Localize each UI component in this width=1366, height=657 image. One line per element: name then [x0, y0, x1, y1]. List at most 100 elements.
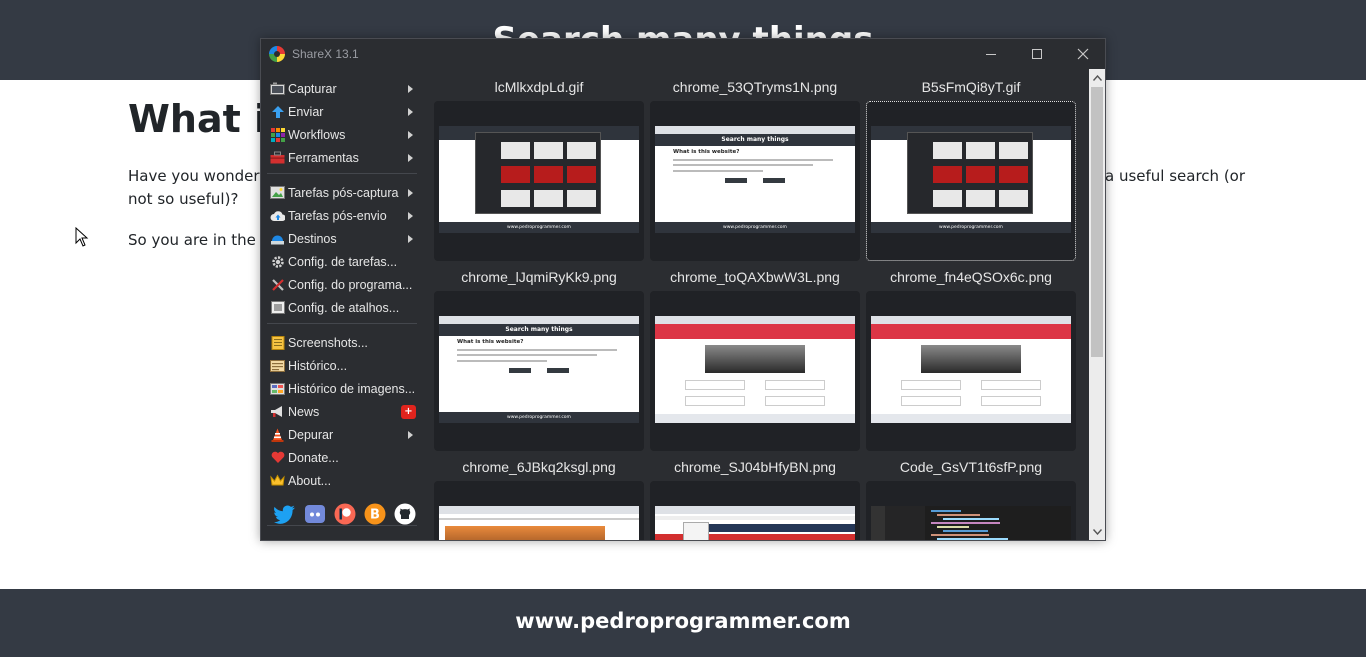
submenu-arrow-icon	[408, 130, 413, 139]
menu-item-news[interactable]: News +	[261, 400, 423, 423]
thumbnail-filename[interactable]: Code_GsVT1t6sfP.png	[865, 459, 1077, 475]
menu-item-label: Workflows	[288, 127, 346, 142]
thumbnail-card[interactable]: www.pedroprogrammer.com	[866, 101, 1076, 261]
menu-item-destinos[interactable]: Destinos	[261, 227, 423, 250]
screenshot-preview: www.pedroprogrammer.com	[871, 126, 1071, 233]
sharex-window[interactable]: ShareX 13.1 Capturar Enviar Workflows Ferra…	[260, 38, 1106, 541]
menu-item-label: Capturar	[288, 81, 337, 96]
megaphone-icon	[270, 405, 285, 419]
title-bar[interactable]: ShareX 13.1	[261, 39, 1105, 69]
menu-item-about[interactable]: About...	[261, 469, 423, 492]
vertical-scrollbar[interactable]	[1089, 69, 1105, 540]
screenshot-preview: www.pedroprogrammer.com	[439, 126, 639, 233]
menu-item-label: Config. de atalhos...	[288, 300, 400, 315]
thumbnail-card[interactable]: Search many things What is this website? w…	[650, 101, 860, 261]
menu-item-hist-rico[interactable]: Histórico...	[261, 354, 423, 377]
patreon-icon[interactable]	[333, 502, 357, 526]
crown-icon	[270, 474, 285, 488]
twitter-icon[interactable]	[273, 502, 297, 526]
discord-icon[interactable]	[303, 502, 327, 526]
menu-item-label: News	[288, 404, 320, 419]
menu-item-label: Histórico...	[288, 358, 348, 373]
thumbnail-card[interactable]	[434, 481, 644, 540]
thumbnail-card[interactable]	[650, 481, 860, 540]
upload-arrow-icon	[270, 105, 285, 119]
toolbox-icon	[270, 151, 285, 165]
thumbnail-grid: lcMlkxdpLd.gif www.pedroprogrammer.com chr…	[423, 69, 1089, 540]
menu-item-label: Tarefas pós-envio	[288, 208, 387, 223]
destinations-icon	[270, 232, 285, 246]
thumbnail-filename[interactable]: lcMlkxdpLd.gif	[433, 79, 645, 95]
heart-icon	[270, 451, 285, 465]
submenu-arrow-icon	[408, 84, 413, 93]
menu-item-label: Depurar	[288, 427, 334, 442]
submenu-arrow-icon	[408, 188, 413, 197]
image-history-icon	[270, 382, 285, 396]
submenu-arrow-icon	[408, 211, 413, 220]
menu-separator	[267, 173, 417, 174]
close-button[interactable]	[1060, 39, 1106, 69]
menu-item-config-de-atalhos[interactable]: Config. de atalhos...	[261, 296, 423, 319]
history-icon	[270, 359, 285, 373]
menu-item-screenshots[interactable]: Screenshots...	[261, 331, 423, 354]
menu-item-workflows[interactable]: Workflows	[261, 123, 423, 146]
site-paragraph-start: Have you wondere	[128, 167, 269, 185]
menu-item-label: Tarefas pós-captura	[288, 185, 399, 200]
maximize-button[interactable]	[1014, 39, 1060, 69]
thumbnail-card[interactable]	[650, 291, 860, 451]
menu-item-config-de-tarefas[interactable]: Config. de tarefas...	[261, 250, 423, 273]
thumbnail-filename[interactable]: chrome_53QTryms1N.png	[649, 79, 861, 95]
bitcoin-icon[interactable]: B	[363, 502, 387, 526]
screenshot-preview	[871, 506, 1071, 540]
submenu-arrow-icon	[408, 107, 413, 116]
news-badge: +	[401, 404, 416, 419]
minimize-button[interactable]	[968, 39, 1014, 69]
folder-icon	[270, 335, 285, 350]
scroll-thumb[interactable]	[1091, 87, 1103, 357]
keyboard-icon	[270, 301, 285, 315]
menu-item-label: Ferramentas	[288, 150, 359, 165]
thumbnail-filename[interactable]: chrome_fn4eQSOx6c.png	[865, 269, 1077, 285]
thumbnail-card[interactable]: www.pedroprogrammer.com	[434, 101, 644, 261]
workflows-grid-icon	[270, 127, 285, 142]
site-paragraph-line2: not so useful)?	[128, 190, 239, 208]
thumbnail-card[interactable]	[866, 291, 1076, 451]
camera-icon	[270, 82, 285, 96]
submenu-arrow-icon	[408, 430, 413, 439]
menu-item-label: Donate...	[288, 450, 339, 465]
menu-item-label: Config. de tarefas...	[288, 254, 398, 269]
site-footer-text[interactable]: www.pedroprogrammer.com	[0, 609, 1366, 633]
screenshot-preview	[655, 506, 855, 540]
mouse-pointer-icon	[75, 227, 89, 247]
scroll-down-arrow-icon[interactable]	[1089, 523, 1105, 540]
menu-item-label: Enviar	[288, 104, 324, 119]
menu-item-ferramentas[interactable]: Ferramentas	[261, 146, 423, 169]
menu-item-label: Histórico de imagens...	[288, 381, 416, 396]
github-icon[interactable]	[393, 502, 417, 526]
menu-item-config-do-programa[interactable]: Config. do programa...	[261, 273, 423, 296]
submenu-arrow-icon	[408, 153, 413, 162]
minimize-icon	[986, 54, 996, 55]
menu-item-tarefas-p-s-envio[interactable]: Tarefas pós-envio	[261, 204, 423, 227]
site-paragraph2: So you are in the ri	[128, 231, 271, 249]
menu-item-hist-rico-de-imagens[interactable]: Histórico de imagens...	[261, 377, 423, 400]
cloud-upload-icon	[270, 209, 285, 223]
menu-item-enviar[interactable]: Enviar	[261, 100, 423, 123]
screenshot-preview: Search many things What is this website? w…	[655, 126, 855, 233]
menu-item-depurar[interactable]: Depurar	[261, 423, 423, 446]
menu-item-label: Config. do programa...	[288, 277, 413, 292]
menu-item-label: Destinos	[288, 231, 337, 246]
thumbnail-filename[interactable]: chrome_lJqmiRyKk9.png	[433, 269, 645, 285]
thumbnail-filename[interactable]: chrome_6JBkq2ksgl.png	[433, 459, 645, 475]
thumbnail-filename[interactable]: B5sFmQi8yT.gif	[865, 79, 1077, 95]
thumbnail-card[interactable]: Search many things What is this website? w…	[434, 291, 644, 451]
thumbnail-filename[interactable]: chrome_toQAXbwW3L.png	[649, 269, 861, 285]
menu-item-donate[interactable]: Donate...	[261, 446, 423, 469]
thumbnail-filename[interactable]: chrome_SJ04bHfyBN.png	[649, 459, 861, 475]
menu-item-tarefas-p-s-captura[interactable]: Tarefas pós-captura	[261, 181, 423, 204]
thumbnail-card[interactable]	[866, 481, 1076, 540]
screenshot-preview: Search many things What is this website? w…	[439, 316, 639, 423]
submenu-arrow-icon	[408, 234, 413, 243]
menu-item-capturar[interactable]: Capturar	[261, 77, 423, 100]
scroll-up-arrow-icon[interactable]	[1089, 69, 1105, 86]
